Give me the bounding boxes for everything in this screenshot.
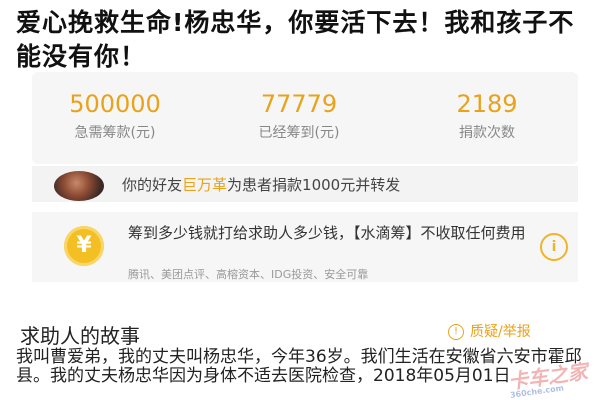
avatar — [54, 171, 104, 201]
stat-donations: 2189 捐款次数 — [402, 90, 572, 142]
report-button[interactable]: ! 质疑/举报 — [448, 321, 531, 341]
alert-icon: ! — [448, 324, 464, 340]
stat-donations-value: 2189 — [456, 90, 518, 118]
partners-text: 腾讯、美团点评、高榕资本、IDG投资、安全可靠 — [128, 268, 369, 281]
stat-target-value: 500000 — [69, 90, 161, 118]
stat-target: 500000 急需筹款(元) — [30, 90, 200, 142]
friend-donation-row[interactable]: 你的好友巨万革为患者捐款1000元并转发 — [32, 166, 578, 202]
report-label: 质疑/举报 — [470, 324, 531, 340]
info-icon[interactable]: i — [540, 233, 568, 261]
friend-prefix: 你的好友 — [122, 176, 183, 194]
fee-notice-card[interactable]: ¥ 筹到多少钱就打给求助人多少钱，【水滴筹】不收取任何费用 腾讯、美团点评、高榕… — [32, 212, 578, 282]
friend-donation-text: 你的好友巨万革为患者捐款1000元并转发 — [122, 174, 400, 195]
yen-icon: ¥ — [64, 226, 104, 266]
campaign-title: 爱心挽救生命!杨忠华，你要活下去！我和孩子不能没有你！ — [16, 8, 575, 71]
fee-notice-text: 筹到多少钱就打给求助人多少钱，【水滴筹】不收取任何费用 — [128, 224, 526, 242]
story-title: 求助人的故事 — [20, 324, 140, 348]
story-body: 我叫曹爱弟，我的丈夫叫杨忠华，今年36岁。我们生活在安徽省六安市霍邱县。我的丈夫… — [16, 347, 582, 386]
stat-target-label: 急需筹款(元) — [74, 125, 156, 141]
friend-suffix: 为患者捐款1000元并转发 — [227, 176, 401, 194]
stat-raised-label: 已经筹到(元) — [258, 125, 340, 141]
stat-donations-label: 捐款次数 — [459, 125, 515, 141]
stats-card: 500000 急需筹款(元) 77779 已经筹到(元) 2189 捐款次数 — [32, 72, 578, 164]
stat-raised: 77779 已经筹到(元) — [214, 90, 384, 142]
friend-name[interactable]: 巨万革 — [182, 176, 227, 194]
stat-raised-value: 77779 — [260, 90, 338, 118]
